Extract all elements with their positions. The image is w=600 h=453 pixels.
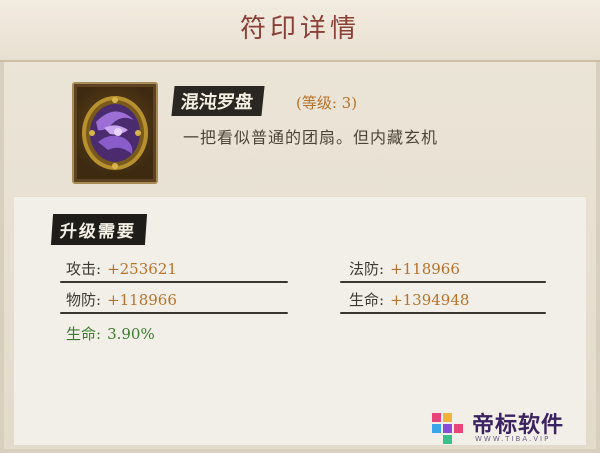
- stat-health: 生命: +1394948: [349, 289, 469, 310]
- watermark-subtext: WWW.TIBA.VIP: [475, 435, 551, 443]
- divider: [340, 281, 546, 283]
- stat-label: 法防:: [349, 260, 385, 278]
- requirements-title: 升级需要: [50, 214, 148, 245]
- item-icon-frame[interactable]: [72, 82, 158, 184]
- stat-magic-defense: 法防: +118966: [349, 258, 460, 279]
- stat-value: +1394948: [390, 291, 470, 309]
- purple-fan-emblem-icon: [82, 96, 148, 170]
- item-description: 一把看似普通的团扇。但内藏玄机: [183, 128, 439, 147]
- stat-value: +118966: [390, 260, 460, 278]
- divider: [60, 281, 288, 283]
- stat-attack: 攻击: +253621: [66, 258, 177, 279]
- symbol-detail-panel: 符印详情 混沌罗盘 (等级: 3) 一把看似普通的团扇。但内藏玄机 升级需要 攻…: [0, 0, 600, 453]
- item-name: 混沌罗盘: [171, 86, 265, 116]
- dialog-title: 符印详情: [0, 0, 600, 62]
- item-level: (等级: 3): [296, 94, 358, 112]
- stat-value: +253621: [107, 260, 177, 278]
- stat-label: 生命:: [349, 291, 385, 309]
- stat-physical-defense: 物防: +118966: [66, 289, 177, 310]
- stat-label: 物防:: [66, 291, 102, 309]
- stat-value: +118966: [107, 291, 177, 309]
- stat-value: 3.90%: [107, 325, 155, 343]
- divider: [340, 312, 546, 314]
- stat-health-bonus: 生命: 3.90%: [66, 323, 155, 344]
- item-name-wrap: 混沌罗盘: [171, 86, 265, 116]
- stat-label: 攻击:: [66, 260, 102, 278]
- brand-logo-icon: [432, 413, 463, 444]
- watermark-logo: 帝标软件 WWW.TIBA.VIP: [426, 405, 596, 449]
- stat-label: 生命:: [66, 325, 102, 343]
- divider: [60, 312, 288, 314]
